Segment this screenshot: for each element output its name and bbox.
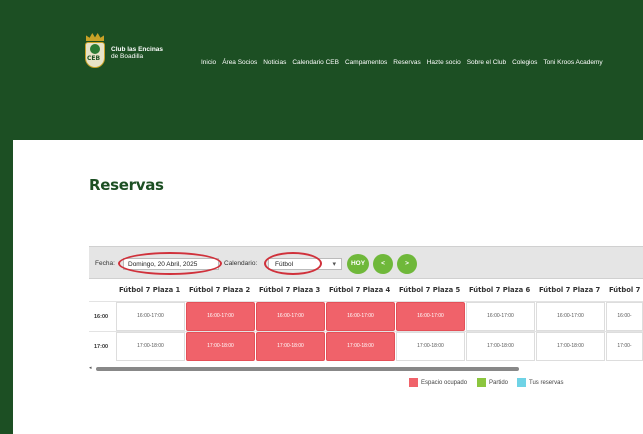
nav-item-toni-kroos[interactable]: Toni Kroos Academy <box>543 59 602 66</box>
site-header: CEB Club las Encinas de Boadilla Inicio … <box>0 0 643 140</box>
brand-name: Club las Encinas de Boadilla <box>111 46 163 60</box>
calendar-label: Calendario: <box>224 260 258 267</box>
brand-line-2: de Boadilla <box>111 52 144 60</box>
club-logo[interactable]: CEB Club las Encinas de Boadilla <box>84 33 163 69</box>
legend-label: Espacio ocupado <box>421 379 468 386</box>
date-highlight-oval <box>118 252 222 275</box>
nav-item-inicio[interactable]: Inicio <box>201 59 216 66</box>
prev-day-button[interactable]: < <box>373 254 393 274</box>
booked-slot[interactable]: 16:00-17:00 <box>256 302 325 331</box>
scroll-thumb[interactable] <box>96 367 519 371</box>
legend-item-match: Partido <box>477 378 508 387</box>
legend-item-mine: Tus reservas <box>517 378 563 387</box>
nav-item-campamentos[interactable]: Campamentos <box>345 59 387 66</box>
column-header: Fútbol 7 Plaza 5 <box>399 286 461 294</box>
horizontal-scrollbar[interactable]: ◂ <box>89 365 519 371</box>
column-header: Fútbol 7 Plaza 1 <box>119 286 181 294</box>
legend-label: Tus reservas <box>529 379 564 386</box>
next-day-button[interactable]: > <box>397 254 417 274</box>
scroll-left-icon[interactable]: ◂ <box>89 365 92 371</box>
column-header: Fútbol 7 Plaza 3 <box>259 286 321 294</box>
booked-slot[interactable]: 17:00-18:00 <box>326 332 395 361</box>
column-header: Fútbol 7 Plaza 7 <box>539 286 601 294</box>
page-title: Reservas <box>89 176 164 194</box>
nav-item-sobre-club[interactable]: Sobre el Club <box>467 59 506 66</box>
booked-slot[interactable]: 16:00-17:00 <box>186 302 255 331</box>
free-slot[interactable]: 17:00-18:00 <box>116 332 185 361</box>
legend-swatch <box>477 378 486 387</box>
booked-slot[interactable]: 17:00-18:00 <box>186 332 255 361</box>
booked-slot[interactable]: 16:00-17:00 <box>396 302 465 331</box>
nav-item-noticias[interactable]: Noticias <box>263 59 286 66</box>
free-slot[interactable]: 16:00- <box>606 302 643 331</box>
today-button[interactable]: HOY <box>347 254 369 274</box>
free-slot[interactable]: 16:00-17:00 <box>536 302 605 331</box>
free-slot[interactable]: 16:00-17:00 <box>116 302 185 331</box>
nav-item-calendario[interactable]: Calendario CEB <box>292 59 339 66</box>
club-crest-icon: CEB <box>84 33 106 69</box>
booked-slot[interactable]: 17:00-18:00 <box>256 332 325 361</box>
nav-item-reservas[interactable]: Reservas <box>393 59 420 66</box>
column-header: Fútbol 7 Plaza 4 <box>329 286 391 294</box>
legend-swatch <box>409 378 418 387</box>
column-header: Fútbol 7 <box>609 286 641 294</box>
free-slot[interactable]: 16:00-17:00 <box>466 302 535 331</box>
chevron-down-icon: ▾ <box>332 261 336 268</box>
nav-item-hazte-socio[interactable]: Hazte socio <box>427 59 461 66</box>
booking-toolbar: Fecha: Domingo, 20 Abril, 2025 Calendari… <box>89 246 643 279</box>
nav-item-area-socios[interactable]: Área Socios <box>222 59 257 66</box>
crest-text: CEB <box>87 55 101 62</box>
free-slot[interactable]: 17:00-18:00 <box>466 332 535 361</box>
date-label: Fecha: <box>95 260 115 267</box>
legend-item-busy: Espacio ocupado <box>409 378 467 387</box>
column-header: Fútbol 7 Plaza 6 <box>469 286 531 294</box>
legend-label: Partido <box>489 379 509 386</box>
nav-item-colegios[interactable]: Colegios <box>512 59 537 66</box>
brand-line-1: Club las Encinas <box>111 45 164 53</box>
time-slot-label: 16:00 <box>94 314 109 320</box>
calendar-highlight-oval <box>264 252 322 275</box>
column-header: Fútbol 7 Plaza 2 <box>189 286 251 294</box>
free-slot[interactable]: 17:00- <box>606 332 643 361</box>
free-slot[interactable]: 17:00-18:00 <box>536 332 605 361</box>
free-slot[interactable]: 17:00-18:00 <box>396 332 465 361</box>
main-nav: Inicio Área Socios Noticias Calendario C… <box>201 59 603 66</box>
time-slot-label: 17:00 <box>94 344 109 350</box>
legend-swatch <box>517 378 526 387</box>
booked-slot[interactable]: 16:00-17:00 <box>326 302 395 331</box>
main-content: Reservas Fecha: Domingo, 20 Abril, 2025 … <box>13 140 643 434</box>
